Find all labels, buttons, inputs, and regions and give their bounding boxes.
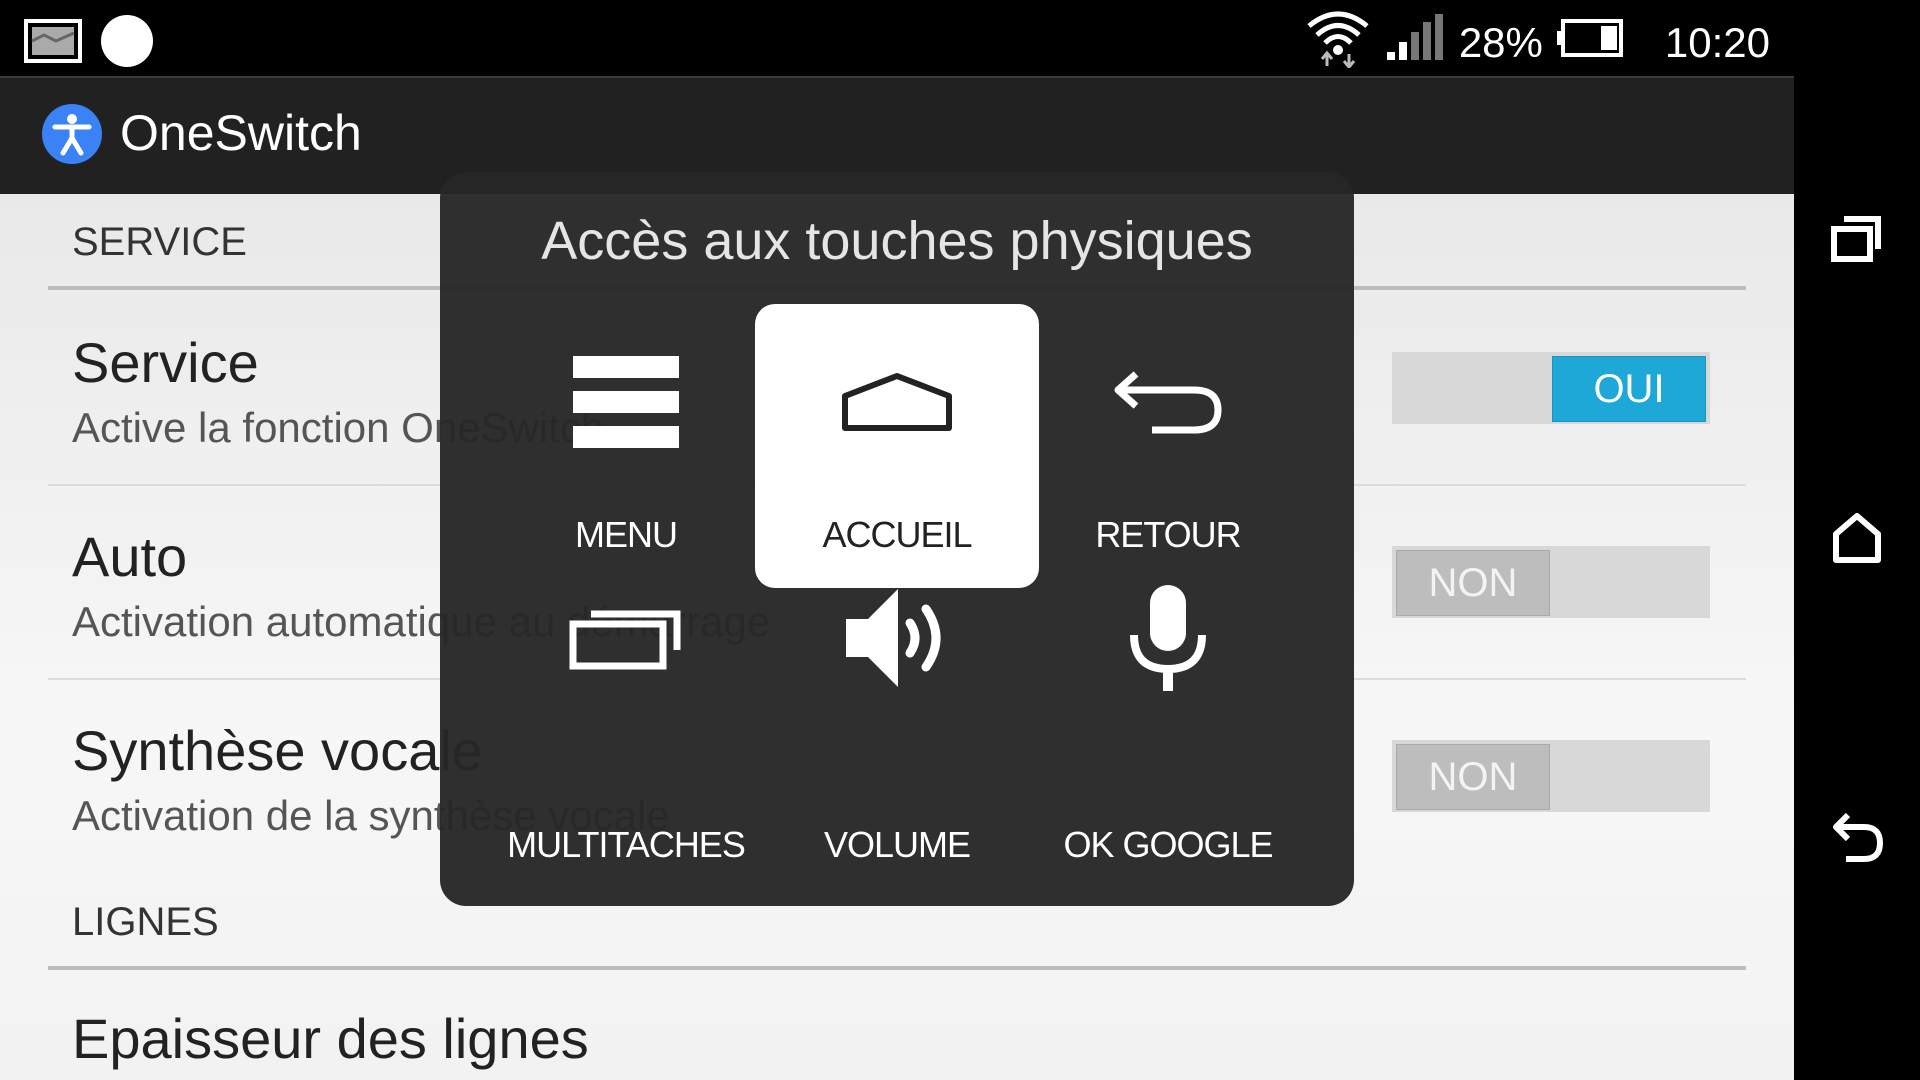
toggle-knob: NON: [1396, 550, 1550, 616]
key-label: ACCUEIL: [822, 514, 972, 555]
key-label: MULTITACHES: [507, 824, 746, 865]
home-button[interactable]: [1827, 510, 1887, 570]
volume-key[interactable]: VOLUME: [755, 588, 1039, 872]
toggle-knob: OUI: [1552, 356, 1706, 422]
menu-key[interactable]: MENU: [484, 304, 768, 588]
key-label: RETOUR: [1095, 514, 1241, 555]
dialog-title: Accès aux touches physiques: [541, 211, 1253, 271]
recent-apps-icon: [1830, 213, 1884, 268]
section-header-service: SERVICE: [72, 220, 247, 264]
back-icon: [1830, 812, 1884, 868]
multitask-icon: [484, 578, 768, 698]
setting-title: Service: [72, 331, 259, 394]
back-icon: [1026, 342, 1310, 462]
accessibility-icon: [42, 104, 102, 164]
navigation-bar: [1794, 0, 1920, 1080]
app-title: OneSwitch: [120, 105, 362, 161]
circle-notification-icon: [100, 14, 154, 73]
ok-google-key[interactable]: OK GOOGLE: [1026, 585, 1310, 872]
volume-icon: [755, 578, 1039, 698]
home-key[interactable]: ACCUEIL: [755, 304, 1039, 588]
back-button[interactable]: [1827, 810, 1887, 870]
auto-toggle[interactable]: NON: [1392, 546, 1710, 618]
toggle-knob: NON: [1396, 744, 1550, 810]
menu-icon: [484, 342, 768, 462]
wifi-icon: [1305, 8, 1371, 78]
microphone-icon: [1026, 578, 1310, 698]
home-icon: [1832, 512, 1882, 569]
recent-apps-button[interactable]: [1827, 210, 1887, 270]
back-key[interactable]: RETOUR: [1026, 304, 1310, 588]
section-header-lines: LIGNES: [72, 900, 219, 944]
home-icon: [755, 342, 1039, 462]
hardware-keys-dialog: Accès aux touches physiques MENU ACCUEIL…: [440, 172, 1354, 906]
battery-icon: [1556, 18, 1625, 68]
battery-percent: 28%: [1458, 19, 1543, 66]
key-label: VOLUME: [823, 824, 971, 865]
key-label: MENU: [575, 514, 678, 555]
image-notification-icon: [24, 19, 82, 68]
key-label: OK GOOGLE: [1063, 824, 1273, 865]
speech-toggle[interactable]: NON: [1392, 740, 1710, 812]
status-bar: 28% 10:20: [0, 0, 1794, 76]
signal-icon: [1385, 14, 1445, 72]
setting-title: Synthèse vocale: [72, 719, 483, 782]
service-toggle[interactable]: OUI: [1392, 352, 1710, 424]
setting-title: Auto: [72, 525, 188, 588]
setting-title: Epaisseur des lignes: [72, 1007, 589, 1070]
multitask-key[interactable]: MULTITACHES: [484, 588, 768, 872]
clock: 10:20: [1664, 19, 1770, 66]
divider: [48, 966, 1746, 970]
